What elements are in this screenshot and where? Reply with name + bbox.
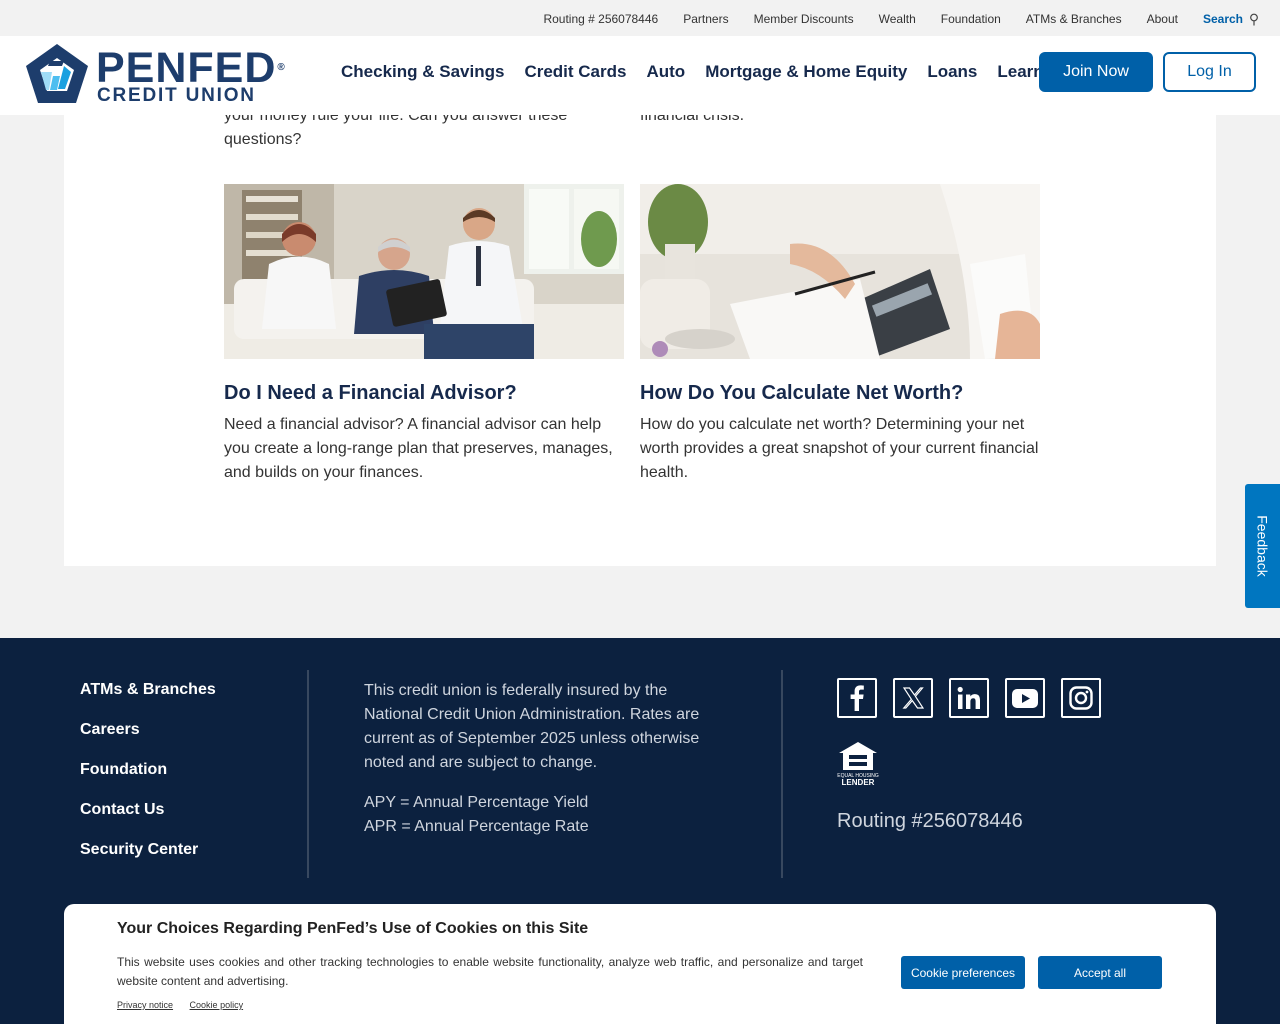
youtube-icon[interactable] [1005, 678, 1045, 718]
utility-nav: Routing # 256078446 Partners Member Disc… [518, 12, 1259, 26]
routing-number: Routing # 256078446 [543, 12, 659, 26]
search-label: Search [1202, 12, 1243, 26]
insurance-disclosure: This credit union is federally insured b… [364, 682, 700, 771]
article-description: How do you calculate net worth? Determin… [640, 416, 1039, 481]
cookie-preferences-button[interactable]: Cookie preferences [901, 956, 1025, 989]
search-button[interactable]: Search [1203, 12, 1259, 26]
nav-credit-cards[interactable]: Credit Cards [524, 62, 626, 82]
footer-link-contact-us[interactable]: Contact Us [80, 798, 216, 822]
apr-definition: APR = Annual Percentage Rate [364, 818, 589, 835]
article-card-financial-advisor[interactable]: Do I Need a Financial Advisor? Need a fi… [224, 184, 624, 485]
nav-auto[interactable]: Auto [646, 62, 685, 82]
penfed-logo[interactable]: PENFED® CREDIT UNION [24, 42, 285, 106]
cookie-banner-text: This website uses cookies and other trac… [117, 955, 863, 988]
nav-loans[interactable]: Loans [927, 62, 977, 82]
article-image-advisor-meeting[interactable] [224, 184, 624, 359]
feedback-label: Feedback [1254, 515, 1271, 577]
instagram-icon[interactable] [1061, 678, 1101, 718]
logo-subtitle: CREDIT UNION [97, 85, 256, 106]
utility-link-wealth[interactable]: Wealth [879, 12, 916, 26]
pentagon-logo-icon [26, 44, 88, 103]
article-title[interactable]: Do I Need a Financial Advisor? [224, 380, 624, 406]
footer-link-security-center[interactable]: Security Center [80, 838, 216, 862]
footer-divider [307, 670, 309, 878]
accept-all-cookies-button[interactable]: Accept all [1038, 956, 1162, 989]
join-now-button[interactable]: Join Now [1039, 52, 1153, 92]
articles-card: your money rule your life. Can you answe… [64, 80, 1216, 566]
cookie-consent-banner: Your Choices Regarding PenFed’s Use of C… [64, 904, 1216, 1024]
cookie-policy-links: Privacy notice Cookie policy [117, 1000, 257, 1010]
nav-learn[interactable]: Learn [997, 62, 1043, 82]
nav-mortgage-home-equity[interactable]: Mortgage & Home Equity [705, 62, 907, 82]
utility-link-partners[interactable]: Partners [683, 12, 728, 26]
utility-link-member-discounts[interactable]: Member Discounts [754, 12, 854, 26]
facebook-icon[interactable] [837, 678, 877, 718]
main-header: PENFED® CREDIT UNION Checking & Savings … [0, 36, 1280, 115]
linkedin-icon[interactable] [949, 678, 989, 718]
cookie-banner-title: Your Choices Regarding PenFed’s Use of C… [117, 920, 589, 937]
registered-mark: ® [277, 62, 286, 73]
log-in-button[interactable]: Log In [1163, 52, 1256, 92]
article-title[interactable]: How Do You Calculate Net Worth? [640, 380, 1040, 406]
utility-link-about[interactable]: About [1147, 12, 1178, 26]
privacy-notice-link[interactable]: Privacy notice [117, 1000, 173, 1010]
utility-link-foundation[interactable]: Foundation [941, 12, 1001, 26]
cookie-policy-link[interactable]: Cookie policy [190, 1000, 244, 1010]
footer-link-careers[interactable]: Careers [80, 718, 216, 742]
snippet-line: questions? [224, 131, 302, 148]
article-description: Need a financial advisor? A financial ad… [224, 416, 613, 481]
footer-routing-number: Routing #256078446 [837, 810, 1023, 832]
article-image-calculator[interactable] [640, 184, 1040, 359]
apy-definition: APY = Annual Percentage Yield [364, 794, 589, 811]
utility-link-atms-branches[interactable]: ATMs & Branches [1026, 12, 1122, 26]
footer-link-foundation[interactable]: Foundation [80, 758, 216, 782]
footer-links: ATMs & Branches Careers Foundation Conta… [80, 678, 216, 878]
utility-bar: Routing # 256078446 Partners Member Disc… [0, 0, 1280, 36]
footer-link-atms-branches[interactable]: ATMs & Branches [80, 678, 216, 702]
search-icon [1250, 13, 1258, 25]
footer-disclosures: This credit union is federally insured b… [364, 679, 724, 839]
nav-checking-savings[interactable]: Checking & Savings [341, 62, 504, 82]
primary-nav: Checking & Savings Credit Cards Auto Mor… [341, 62, 1064, 82]
equal-housing-lender-logo: EQUAL HOUSING LENDER [837, 740, 879, 787]
article-card-net-worth[interactable]: How Do You Calculate Net Worth? How do y… [640, 184, 1040, 485]
footer-divider [781, 670, 783, 878]
lender-text: LENDER [842, 778, 875, 786]
x-icon[interactable] [893, 678, 933, 718]
social-links [837, 678, 1117, 718]
feedback-tab[interactable]: Feedback [1245, 484, 1280, 608]
